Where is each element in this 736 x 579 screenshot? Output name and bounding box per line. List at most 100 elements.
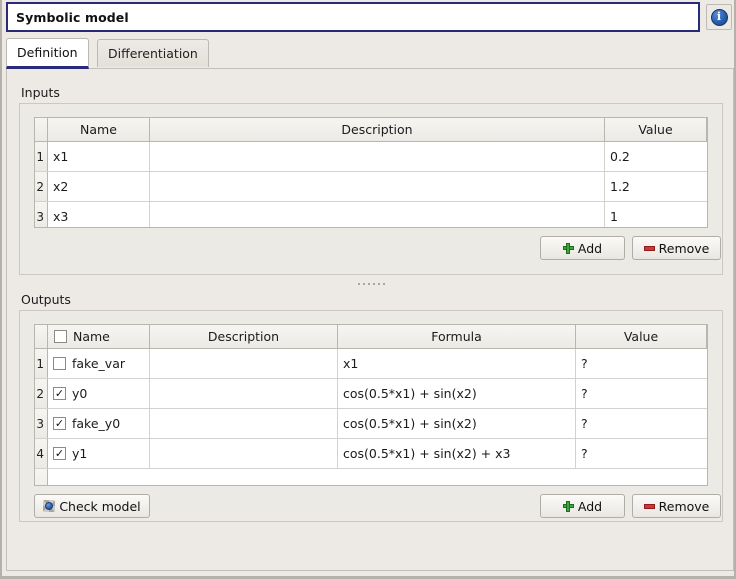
inputs-header-value[interactable]: Value [605, 118, 707, 141]
inputs-table-header: Name Description Value [35, 118, 707, 142]
inputs-cell-name[interactable]: x2 [48, 172, 150, 201]
model-title-text: Symbolic model [16, 9, 129, 25]
output-enabled-checkbox[interactable]: ✓ [53, 447, 66, 460]
outputs-cell-value[interactable]: ? [576, 379, 707, 408]
outputs-cell-name[interactable]: ✓ y0 [48, 379, 150, 408]
splitter-dot [382, 282, 385, 285]
splitter-dot [357, 282, 360, 285]
outputs-cell-value[interactable]: ? [576, 439, 707, 468]
outputs-add-label: Add [577, 498, 603, 514]
outputs-remove-label: Remove [658, 498, 710, 514]
outputs-cell-name[interactable]: ✓ fake_y0 [48, 409, 150, 438]
info-icon: i [710, 8, 728, 26]
outputs-header-formula[interactable]: Formula [338, 325, 576, 348]
minus-icon [643, 503, 655, 509]
outputs-cell-name-label: fake_var [72, 356, 125, 371]
inputs-cell-description[interactable] [150, 142, 605, 171]
inputs-cell-description[interactable] [150, 202, 605, 227]
outputs-row-number: 2 [35, 379, 48, 408]
select-all-checkbox[interactable] [54, 330, 67, 343]
outputs-filler-cell [48, 469, 707, 485]
inputs-cell-description[interactable] [150, 172, 605, 201]
outputs-cell-description[interactable] [150, 439, 338, 468]
outputs-table-header: Name Description Formula Value [35, 325, 707, 349]
tab-differentiation[interactable]: Differentiation [97, 39, 209, 67]
outputs-remove-button[interactable]: Remove [632, 494, 721, 518]
outputs-cell-formula[interactable]: cos(0.5*x1) + sin(x2) [338, 379, 576, 408]
outputs-group: Outputs Name Description Formula Value 1 [19, 292, 723, 547]
outputs-cell-description[interactable] [150, 409, 338, 438]
splitter-dot [377, 282, 380, 285]
inputs-remove-button[interactable]: Remove [632, 236, 721, 260]
outputs-header-name-label: Name [73, 329, 110, 344]
plus-icon [562, 500, 574, 512]
outputs-row-number: 1 [35, 349, 48, 378]
table-row[interactable]: 1 fake_var x1 ? [35, 349, 707, 379]
inputs-remove-label: Remove [658, 240, 710, 256]
output-enabled-checkbox[interactable] [53, 357, 66, 370]
table-row[interactable]: 1 x1 0.2 [35, 142, 707, 172]
inputs-group-label: Inputs [21, 85, 60, 100]
inputs-cell-name[interactable]: x1 [48, 142, 150, 171]
tab-definition-label: Definition [17, 45, 78, 60]
outputs-add-button[interactable]: Add [540, 494, 625, 518]
outputs-cell-formula[interactable]: x1 [338, 349, 576, 378]
minus-icon [643, 245, 655, 251]
outputs-row-number: 4 [35, 439, 48, 468]
outputs-cell-formula[interactable]: cos(0.5*x1) + sin(x2) + x3 [338, 439, 576, 468]
inputs-cell-value[interactable]: 1.2 [605, 172, 707, 201]
outputs-cell-name[interactable]: ✓ y1 [48, 439, 150, 468]
output-enabled-checkbox[interactable]: ✓ [53, 417, 66, 430]
outputs-header-description[interactable]: Description [150, 325, 338, 348]
outputs-cell-formula[interactable]: cos(0.5*x1) + sin(x2) [338, 409, 576, 438]
plus-icon [562, 242, 574, 254]
inputs-add-button[interactable]: Add [540, 236, 625, 260]
outputs-cell-description[interactable] [150, 379, 338, 408]
tab-bar: Definition Differentiation [6, 38, 734, 69]
table-row[interactable]: 2 ✓ y0 cos(0.5*x1) + sin(x2) ? [35, 379, 707, 409]
inputs-table[interactable]: Name Description Value 1 x1 0.2 2 x2 1.2 [34, 117, 708, 228]
outputs-row-number: 3 [35, 409, 48, 438]
tab-definition[interactable]: Definition [6, 38, 89, 69]
check-model-button[interactable]: Check model [34, 494, 150, 518]
check-model-label: Check model [59, 498, 141, 514]
gear-icon [43, 500, 56, 512]
symbolic-model-window: Symbolic model i Definition Differentiat… [0, 0, 736, 579]
inputs-cell-name[interactable]: x3 [48, 202, 150, 227]
table-row[interactable]: 3 x3 1 [35, 202, 707, 227]
inputs-row-number: 3 [35, 202, 48, 227]
outputs-table[interactable]: Name Description Formula Value 1 fake_va… [34, 324, 708, 486]
outputs-cell-name[interactable]: fake_var [48, 349, 150, 378]
inputs-cell-value[interactable]: 0.2 [605, 142, 707, 171]
outputs-header-value[interactable]: Value [576, 325, 707, 348]
inputs-group: Inputs Name Description Value 1 x1 0.2 2 [19, 85, 723, 275]
table-row[interactable]: 4 ✓ y1 cos(0.5*x1) + sin(x2) + x3 ? [35, 439, 707, 469]
table-row[interactable]: 2 x2 1.2 [35, 172, 707, 202]
info-button[interactable]: i [706, 4, 732, 30]
outputs-cell-value[interactable]: ? [576, 349, 707, 378]
definition-panel: Inputs Name Description Value 1 x1 0.2 2 [6, 68, 734, 571]
outputs-header-rownum [35, 325, 48, 348]
inputs-header-description[interactable]: Description [150, 118, 605, 141]
inputs-row-number: 1 [35, 142, 48, 171]
output-enabled-checkbox[interactable]: ✓ [53, 387, 66, 400]
inputs-header-name[interactable]: Name [48, 118, 150, 141]
splitter-dot [372, 282, 375, 285]
outputs-group-label: Outputs [21, 292, 71, 307]
inputs-row-number: 2 [35, 172, 48, 201]
outputs-cell-value[interactable]: ? [576, 409, 707, 438]
splitter-dot [367, 282, 370, 285]
model-title-input[interactable]: Symbolic model [6, 2, 700, 32]
panel-splitter[interactable] [19, 279, 723, 288]
outputs-cell-name-label: y0 [72, 386, 88, 401]
outputs-cell-name-label: fake_y0 [72, 416, 121, 431]
outputs-header-name[interactable]: Name [48, 325, 150, 348]
table-row[interactable]: 3 ✓ fake_y0 cos(0.5*x1) + sin(x2) ? [35, 409, 707, 439]
outputs-cell-description[interactable] [150, 349, 338, 378]
tab-differentiation-label: Differentiation [108, 46, 198, 61]
splitter-dot [362, 282, 365, 285]
inputs-add-label: Add [577, 240, 603, 256]
inputs-header-rownum [35, 118, 48, 141]
outputs-cell-name-label: y1 [72, 446, 88, 461]
inputs-cell-value[interactable]: 1 [605, 202, 707, 227]
